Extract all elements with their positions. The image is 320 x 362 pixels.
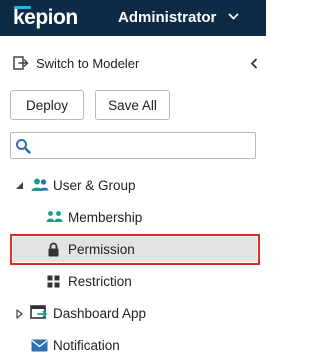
collapse-panel-icon[interactable] [250, 58, 258, 69]
tree-item-permission-content: Permission [47, 238, 135, 260]
lock-icon [48, 242, 59, 256]
tree-item-label: Notification [53, 337, 120, 353]
role-dropdown[interactable]: Administrator [118, 9, 216, 27]
tree-item-dashboard-app[interactable]: Dashboard App [30, 302, 146, 324]
mail-icon [31, 339, 48, 351]
tree-item-membership[interactable]: Membership [46, 206, 142, 228]
tree-item-label: Dashboard App [53, 305, 147, 321]
tree-item-label: Restriction [68, 273, 132, 289]
brand-name: kepion [13, 6, 78, 29]
membership-icon [46, 211, 63, 222]
tree-item-label: Permission [68, 241, 135, 257]
chevron-down-icon[interactable] [228, 13, 239, 21]
tree-item-label: User & Group [53, 177, 136, 193]
switch-to-modeler-link[interactable]: Switch to Modeler [13, 54, 139, 72]
switch-to-modeler-label: Switch to Modeler [36, 55, 140, 71]
tree-item-user-group[interactable]: User & Group [31, 174, 136, 196]
dashboard-app-icon [30, 305, 47, 319]
search-input[interactable] [35, 135, 251, 156]
kepion-logo: kepion [13, 6, 78, 29]
search-box[interactable] [10, 132, 256, 159]
tree-item-restriction[interactable]: Restriction [47, 270, 132, 292]
users-icon [31, 178, 49, 191]
tree-collapsed-icon[interactable] [16, 309, 23, 319]
tree-item-notification[interactable]: Notification [31, 334, 120, 356]
tree-item-label: Membership [68, 209, 143, 225]
logo-accent [14, 6, 31, 9]
switch-icon [13, 56, 29, 70]
deploy-button[interactable]: Deploy [10, 90, 84, 120]
tree-expanded-icon[interactable] [15, 181, 24, 190]
top-bar: kepion Administrator [0, 0, 266, 36]
save-all-button[interactable]: Save All [95, 90, 170, 120]
grid-icon [47, 275, 60, 287]
search-icon [16, 139, 31, 154]
